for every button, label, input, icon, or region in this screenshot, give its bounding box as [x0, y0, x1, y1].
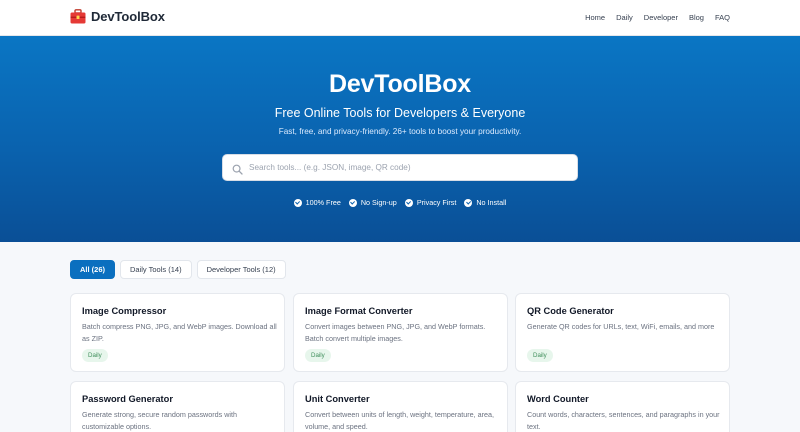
nav-link-faq[interactable]: FAQ — [715, 13, 730, 22]
card-category-tag: Daily — [82, 349, 108, 362]
tool-card-password-generator[interactable]: Password Generator Generate strong, secu… — [70, 381, 285, 432]
feature-badges: 100% Free No Sign-up Privacy First No In… — [0, 198, 800, 207]
check-circle-icon — [348, 198, 357, 207]
card-title: Image Format Converter — [305, 306, 413, 316]
card-category-tag: Daily — [527, 349, 553, 362]
card-title: Unit Converter — [305, 394, 370, 404]
category-filters: All (26) Daily Tools (14) Developer Tool… — [70, 260, 291, 279]
feature-badge: 100% Free — [293, 198, 341, 207]
card-description: Generate QR codes for URLs, text, WiFi, … — [527, 322, 715, 331]
top-navbar: DevToolBox Home Daily Developer Blog FAQ — [0, 0, 800, 36]
filter-developer-tools[interactable]: Developer Tools (12) — [196, 260, 286, 279]
feature-badge: No Install — [464, 198, 506, 207]
feature-badge-label: No Install — [476, 198, 507, 207]
filter-daily-tools[interactable]: Daily Tools (14) — [120, 260, 192, 279]
nav-link-home[interactable]: Home — [585, 13, 605, 22]
card-title: Password Generator — [82, 394, 173, 404]
brand-name: DevToolBox — [91, 9, 165, 24]
feature-badge-label: 100% Free — [305, 198, 341, 207]
card-description: Convert images between PNG, JPG, and Web… — [305, 322, 486, 343]
feature-badge: Privacy First — [404, 198, 457, 207]
tool-card-word-counter[interactable]: Word Counter Count words, characters, se… — [515, 381, 730, 432]
card-description: Generate strong, secure random passwords… — [82, 410, 238, 431]
hero-subtitle: Free Online Tools for Developers & Every… — [274, 106, 526, 120]
tool-card-qr-code-generator[interactable]: QR Code Generator Generate QR codes for … — [515, 293, 730, 372]
hero-title: DevToolBox — [329, 70, 471, 98]
card-description: Count words, characters, sentences, and … — [527, 410, 720, 431]
card-category-tag: Daily — [305, 349, 331, 362]
brand-logo-link[interactable]: DevToolBox — [70, 9, 165, 24]
hero-tagline: Fast, free, and privacy-friendly. 26+ to… — [278, 127, 522, 136]
search-icon — [232, 162, 243, 175]
card-title: Image Compressor — [82, 306, 167, 316]
card-title: QR Code Generator — [527, 306, 614, 316]
feature-badge-label: Privacy First — [416, 198, 457, 207]
nav-link-daily[interactable]: Daily — [616, 13, 633, 22]
tool-card-unit-converter[interactable]: Unit Converter Convert between units of … — [293, 381, 508, 432]
tool-card-image-format-converter[interactable]: Image Format Converter Convert images be… — [293, 293, 508, 372]
nav-link-blog[interactable]: Blog — [689, 13, 704, 22]
card-description: Batch compress PNG, JPG, and WebP images… — [82, 322, 277, 343]
tool-card-image-compressor[interactable]: Image Compressor Batch compress PNG, JPG… — [70, 293, 285, 372]
hero-section: DevToolBox Free Online Tools for Develop… — [0, 36, 800, 242]
feature-badge-label: No Sign-up — [360, 198, 397, 207]
feature-badge: No Sign-up — [348, 198, 397, 207]
card-description: Convert between units of length, weight,… — [305, 410, 494, 431]
nav-link-developer[interactable]: Developer — [644, 13, 678, 22]
check-circle-icon — [464, 198, 473, 207]
search-box[interactable] — [222, 154, 578, 181]
check-circle-icon — [293, 198, 302, 207]
filter-all[interactable]: All (26) — [70, 260, 116, 279]
card-title: Word Counter — [527, 394, 589, 404]
search-input[interactable] — [249, 163, 549, 172]
toolbox-icon — [70, 9, 86, 24]
check-circle-icon — [404, 198, 413, 207]
nav-links: Home Daily Developer Blog FAQ — [574, 13, 730, 22]
